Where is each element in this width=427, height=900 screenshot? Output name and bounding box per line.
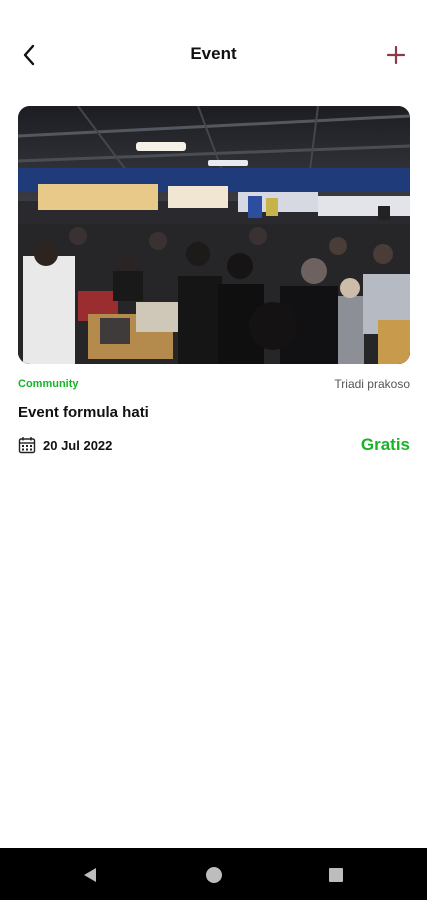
event-price: Gratis	[360, 435, 410, 454]
event-date-row: 20 Jul 2022	[18, 436, 112, 454]
square-recents-icon	[329, 868, 343, 882]
system-recents-button[interactable]	[323, 862, 349, 888]
system-back-button[interactable]	[77, 862, 103, 888]
triangle-back-icon	[84, 868, 96, 882]
add-event-button[interactable]	[380, 40, 412, 70]
system-home-button[interactable]	[201, 862, 227, 888]
app-bar: Event	[0, 0, 427, 110]
event-card[interactable]: Community Triadi prakoso Event formula h…	[18, 106, 410, 466]
event-date: 20 Jul 2022	[43, 437, 113, 453]
event-image	[18, 106, 410, 364]
calendar-icon	[18, 437, 36, 454]
page-title: Event	[190, 44, 237, 63]
event-name: Event formula hati	[18, 404, 149, 421]
plus-icon	[387, 46, 405, 64]
system-nav-bar	[0, 848, 427, 900]
event-category: Community	[18, 378, 79, 390]
event-organizer: Triadi prakoso	[334, 377, 410, 391]
circle-home-icon	[206, 867, 222, 883]
